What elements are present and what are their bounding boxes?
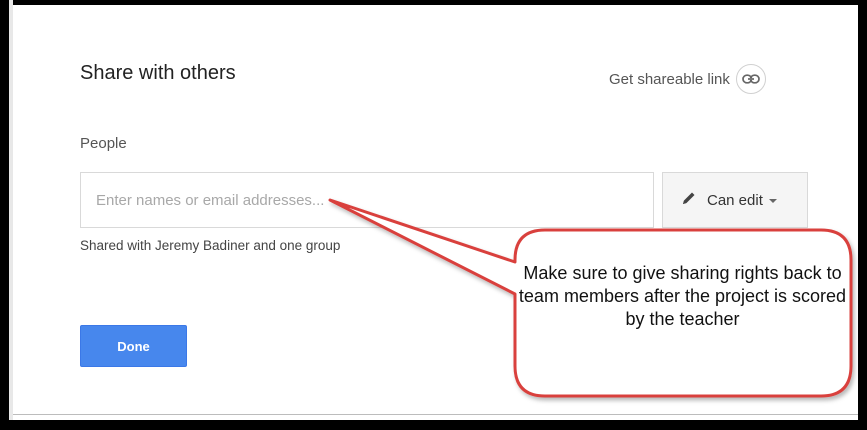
callout-text: Make sure to give sharing rights back to… [518, 263, 847, 329]
callout-annotation [328, 198, 853, 398]
share-dialog: Share with others Get shareable link Peo… [0, 0, 867, 430]
